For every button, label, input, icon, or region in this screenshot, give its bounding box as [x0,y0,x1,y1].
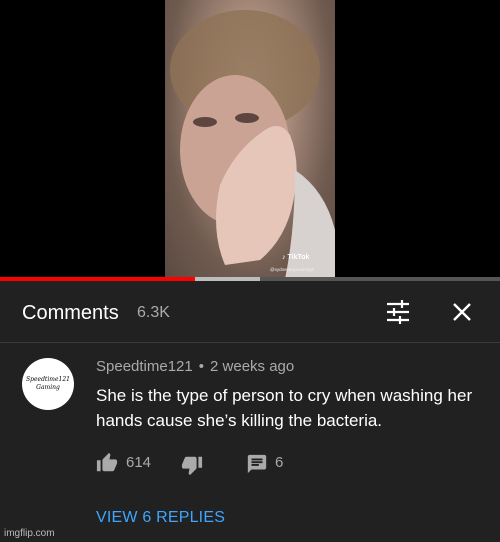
reply-count: 6 [275,454,284,471]
video-frame [165,0,335,279]
comment-text: She is the type of person to cry when wa… [96,386,473,430]
comment-meta: Speedtime121 • 2 weeks ago [96,358,294,375]
tiktok-handle: @sydneykaycunningh [270,267,315,272]
avatar[interactable]: Speedtime121 Gaming [22,358,74,410]
reply-button[interactable] [246,453,268,475]
like-button[interactable] [96,452,118,474]
video-player[interactable]: ♪ TikTok @sydneykaycunningh [0,0,500,279]
dislike-button[interactable] [181,454,203,476]
like-count: 614 [126,454,152,471]
comments-count: 6.3K [137,304,170,321]
tiktok-logo: ♪ TikTok [282,254,309,261]
comment-author[interactable]: Speedtime121 [96,358,193,375]
avatar-text-line1: Speedtime121 [26,376,70,383]
close-icon [453,303,471,321]
filter-sliders-icon [387,300,409,324]
comments-header: Comments 6.3K [0,281,500,343]
comment-time: 2 weeks ago [210,358,295,375]
meta-separator: • [198,358,205,375]
imgflip-watermark: imgflip.com [4,528,55,539]
video-still-image [170,10,335,279]
view-replies-button[interactable]: VIEW 6 REPLIES [96,509,225,527]
thumbs-up-icon [96,452,118,472]
reply-icon [247,454,267,474]
close-comments-button[interactable] [450,300,474,324]
comments-title: Comments [22,302,119,324]
avatar-text-line2: Gaming [36,384,60,391]
tiktok-label: TikTok [287,254,310,261]
thumbs-down-icon [181,456,203,476]
sort-comments-button[interactable] [384,299,412,325]
tiktok-note-icon: ♪ [282,254,286,261]
